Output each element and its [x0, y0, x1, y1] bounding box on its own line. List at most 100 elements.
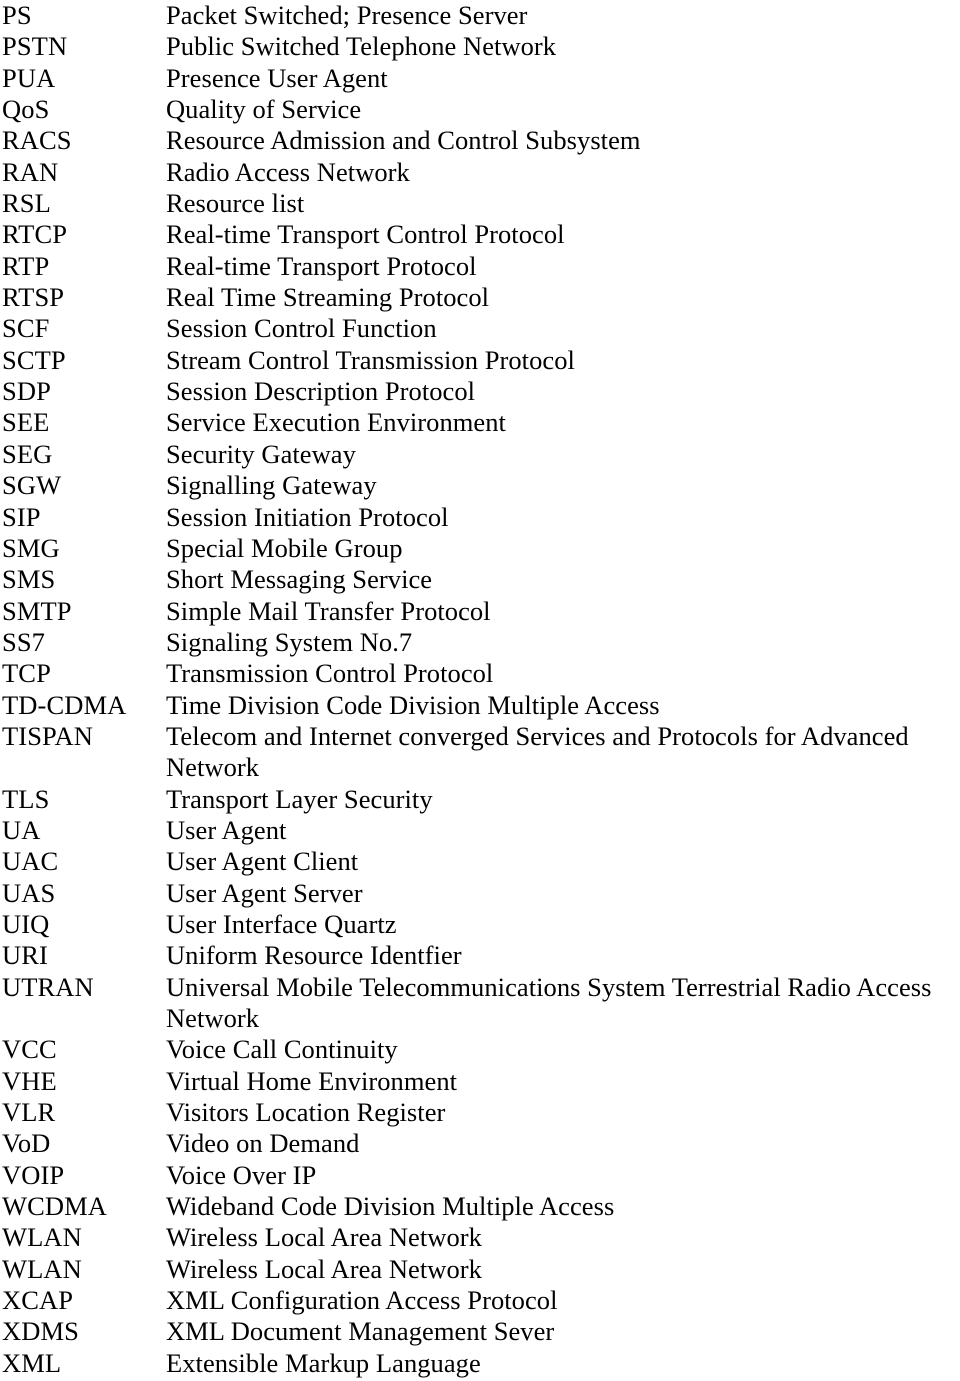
abbreviation-term: UA	[2, 814, 41, 845]
document-page: PS Packet Switched; Presence Server PSTN Pu…	[0, 0, 960, 1381]
glossary-entry: XDMS XML Document Management Sever	[0, 1316, 960, 1347]
abbreviation-term: SCF	[2, 313, 50, 344]
abbreviation-term: UAS	[2, 877, 56, 908]
glossary-row: UAC User Agent Client	[0, 846, 960, 877]
abbreviation-term: RAN	[2, 156, 59, 187]
abbreviation-term: XCAP	[2, 1285, 74, 1316]
glossary-row: PSTN Public Switched Telephone Network	[0, 31, 960, 62]
glossary-entry: SMS Short Messaging Service	[0, 564, 960, 595]
abbreviation-definition: Visitors Location Register	[166, 1097, 446, 1128]
glossary-entry: RACS Resource Admission and Control Subsy…	[0, 125, 960, 156]
abbreviation-definition: Signalling Gateway	[166, 470, 377, 501]
glossary-entry: UAS User Agent Server	[0, 878, 960, 909]
glossary-row: RTSP Real Time Streaming Protocol	[0, 282, 960, 313]
glossary-row: RTCP Real-time Transport Control Protocol	[0, 219, 960, 250]
abbreviation-term: SMTP	[2, 595, 72, 626]
abbreviation-definition: XML Configuration Access Protocol	[166, 1285, 558, 1316]
glossary-row: SMG Special Mobile Group	[0, 533, 960, 564]
glossary-row: VOIP Voice Over IP	[0, 1160, 960, 1191]
glossary-entry: PUA Presence User Agent	[0, 63, 960, 94]
glossary-entry: TLS Transport Layer Security	[0, 784, 960, 815]
glossary-row: RTP Real-time Transport Protocol	[0, 251, 960, 282]
abbreviation-term: RTP	[2, 250, 50, 281]
glossary-entry: SDP Session Description Protocol	[0, 376, 960, 407]
abbreviation-term: SDP	[2, 376, 51, 407]
abbreviation-term: SMG	[2, 532, 60, 563]
glossary-row: SGW Signalling Gateway	[0, 470, 960, 501]
glossary-entry: WCDMA Wideband Code Division Multiple Acc…	[0, 1191, 960, 1222]
abbreviation-definition: Security Gateway	[166, 438, 356, 469]
glossary-entry: UAC User Agent Client	[0, 846, 960, 877]
abbreviation-definition: Session Control Function	[166, 313, 437, 344]
abbreviation-definition: Real-time Transport Protocol	[166, 250, 477, 281]
abbreviation-term: VoD	[2, 1128, 51, 1159]
glossary-row: SCTP Stream Control Transmission Protocol	[0, 345, 960, 376]
abbreviation-term: UTRAN	[2, 971, 94, 1002]
glossary-row: SIP Session Initiation Protocol	[0, 502, 960, 533]
glossary-entry: RAN Radio Access Network	[0, 157, 960, 188]
glossary-row: UA User Agent	[0, 815, 960, 846]
abbreviation-term: VLR	[2, 1097, 56, 1128]
glossary-entry: SEG Security Gateway	[0, 439, 960, 470]
glossary-row: WLAN Wireless Local Area Network	[0, 1254, 960, 1285]
glossary-entry: SCF Session Control Function	[0, 313, 960, 344]
abbreviation-definition: Resource Admission and Control Subsystem	[166, 125, 641, 156]
abbreviation-definition: Extensible Markup Language	[166, 1347, 481, 1378]
glossary-entry: VLR Visitors Location Register	[0, 1097, 960, 1128]
glossary-entry: XML Extensible Markup Language	[0, 1348, 960, 1379]
glossary-entry: RSL Resource list	[0, 188, 960, 219]
glossary-row: SEG Security Gateway	[0, 439, 960, 470]
glossary-entry: TISPAN Telecom and Internet converged Ser…	[0, 721, 960, 784]
glossary-entry: VHE Virtual Home Environment	[0, 1066, 960, 1097]
glossary-row: SCF Session Control Function	[0, 313, 960, 344]
glossary-row: RSL Resource list	[0, 188, 960, 219]
glossary-entry: RTSP Real Time Streaming Protocol	[0, 282, 960, 313]
glossary-entry: VOIP Voice Over IP	[0, 1160, 960, 1191]
glossary-entry: RTCP Real-time Transport Control Protocol	[0, 219, 960, 250]
abbreviation-definition: Time Division Code Division Multiple Acc…	[166, 689, 660, 720]
abbreviation-term: SEG	[2, 438, 53, 469]
abbreviation-definition: Resource list	[166, 188, 305, 219]
abbreviation-term: UIQ	[2, 908, 50, 939]
abbreviation-term: SIP	[2, 501, 41, 532]
glossary-entry: UIQ User Interface Quartz	[0, 909, 960, 940]
abbreviation-definition: Video on Demand	[166, 1128, 360, 1159]
glossary-entry: SGW Signalling Gateway	[0, 470, 960, 501]
glossary-row: URI Uniform Resource Identfier	[0, 940, 960, 971]
glossary-entry: SEE Service Execution Environment	[0, 407, 960, 438]
glossary-entry: RTP Real-time Transport Protocol	[0, 251, 960, 282]
glossary-row-continuation: Network	[0, 752, 960, 783]
glossary-row: SMTP Simple Mail Transfer Protocol	[0, 596, 960, 627]
abbreviation-term: SMS	[2, 564, 56, 595]
glossary-entry: SMTP Simple Mail Transfer Protocol	[0, 596, 960, 627]
glossary-entry: WLAN Wireless Local Area Network	[0, 1254, 960, 1285]
glossary-entry: PSTN Public Switched Telephone Network	[0, 31, 960, 62]
abbreviation-term: PS	[2, 0, 32, 30]
glossary-entry: VoD Video on Demand	[0, 1128, 960, 1159]
abbreviations-glossary-list: PS Packet Switched; Presence Server PSTN Pu…	[0, 0, 960, 1379]
glossary-row: UIQ User Interface Quartz	[0, 909, 960, 940]
abbreviation-definition: Uniform Resource Identfier	[166, 940, 462, 971]
glossary-entry: SS7 Signaling System No.7	[0, 627, 960, 658]
abbreviation-definition: Presence User Agent	[166, 62, 388, 93]
glossary-row: TLS Transport Layer Security	[0, 784, 960, 815]
glossary-entry: SIP Session Initiation Protocol	[0, 502, 960, 533]
abbreviation-definition: User Agent Server	[166, 877, 363, 908]
abbreviation-definition: Wideband Code Division Multiple Access	[166, 1191, 615, 1222]
abbreviation-definition: Session Initiation Protocol	[166, 501, 449, 532]
glossary-row: VoD Video on Demand	[0, 1128, 960, 1159]
glossary-row: TD-CDMA Time Division Code Division Multi…	[0, 690, 960, 721]
glossary-row: QoS Quality of Service	[0, 94, 960, 125]
abbreviation-definition: Public Switched Telephone Network	[166, 31, 557, 62]
glossary-entry: VCC Voice Call Continuity	[0, 1034, 960, 1065]
glossary-entry: TCP Transmission Control Protocol	[0, 658, 960, 689]
glossary-row: PS Packet Switched; Presence Server	[0, 0, 960, 31]
abbreviation-term: TD-CDMA	[2, 689, 127, 720]
glossary-row: SMS Short Messaging Service	[0, 564, 960, 595]
glossary-row: UTRAN Universal Mobile Telecommunications…	[0, 972, 960, 1003]
abbreviation-term: RACS	[2, 125, 72, 156]
abbreviation-definition-wrap: Network	[166, 752, 260, 783]
glossary-row: VHE Virtual Home Environment	[0, 1066, 960, 1097]
glossary-entry: PS Packet Switched; Presence Server	[0, 0, 960, 31]
abbreviation-definition: User Agent	[166, 814, 287, 845]
